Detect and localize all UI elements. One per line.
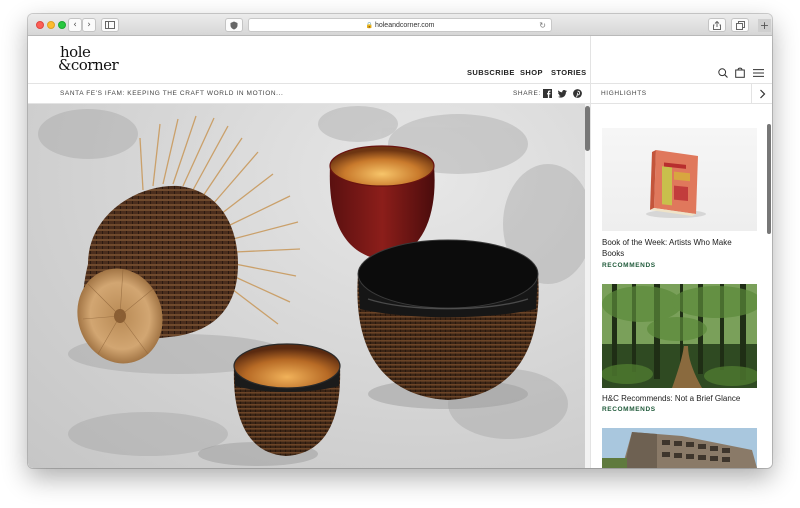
nav-stories[interactable]: STORIES <box>551 68 587 77</box>
site-logo[interactable]: hole &corner <box>58 45 140 74</box>
article-subbar: SANTA FE'S IFAM: KEEPING THE CRAFT WORLD… <box>28 84 590 104</box>
main-scrollbar[interactable] <box>585 104 590 468</box>
lock-icon: 🔒 <box>365 23 373 29</box>
building-artwork <box>602 428 757 468</box>
card-book-tag[interactable]: RECOMMENDS <box>602 262 656 269</box>
forward-button[interactable]: › <box>82 18 96 32</box>
reload-icon[interactable]: ↻ <box>539 19 546 32</box>
new-tab-button[interactable]: + <box>758 19 771 32</box>
card-book-title-line-1[interactable]: Book of the Week: Artists Who Make <box>602 237 752 248</box>
address-bar[interactable]: 🔒 holeandcorner.com ↻ <box>248 18 552 32</box>
highlights-separator <box>751 84 752 104</box>
privacy-shield-button[interactable] <box>225 18 243 32</box>
zoom-window-button[interactable] <box>58 21 66 29</box>
main-scrollbar-thumb[interactable] <box>585 106 590 151</box>
shield-icon <box>230 21 238 30</box>
nav-subscribe[interactable]: SUBSCRIBE <box>467 68 515 77</box>
share-button[interactable] <box>708 18 726 32</box>
sidebar-toggle-button[interactable] <box>101 18 119 32</box>
card-book-image[interactable] <box>602 128 757 231</box>
back-button[interactable]: ‹ <box>68 18 82 32</box>
highlights-bar: HIGHLIGHTS <box>591 84 772 104</box>
url-text: holeandcorner.com <box>374 22 435 29</box>
card-forest-title[interactable]: H&C Recommends: Not a Brief Glance <box>602 393 752 404</box>
menu-icon[interactable] <box>753 69 764 77</box>
chevron-right-icon: › <box>87 20 91 30</box>
bag-icon[interactable] <box>735 67 745 78</box>
sidebar-scrollbar-thumb[interactable] <box>767 124 771 234</box>
hero-artwork <box>38 106 588 466</box>
share-icon <box>713 20 721 30</box>
tabs-overview-button[interactable] <box>731 18 749 32</box>
chevron-right-icon[interactable] <box>759 89 766 99</box>
sidebar-scrollbar[interactable] <box>766 104 772 468</box>
hero-image[interactable] <box>28 104 588 468</box>
forest-artwork <box>601 284 762 388</box>
share-label: SHARE: <box>513 90 541 97</box>
browser-window: ‹ › 🔒 holeandcorner.com ↻ + hole &corner … <box>28 14 772 468</box>
tabs-icon <box>735 21 745 30</box>
highlights-title: HIGHLIGHTS <box>601 90 647 97</box>
webpage: hole &corner SUBSCRIBE SHOP STORIES SANT… <box>28 36 772 468</box>
sidebar-icon <box>105 21 115 29</box>
chevron-left-icon: ‹ <box>73 20 77 30</box>
small-bowl <box>233 343 341 456</box>
facebook-icon[interactable] <box>543 89 552 98</box>
minimize-window-button[interactable] <box>47 21 55 29</box>
twitter-icon[interactable] <box>558 89 567 98</box>
card-building-image[interactable] <box>602 428 757 468</box>
pinterest-icon[interactable] <box>573 89 582 98</box>
search-icon[interactable] <box>718 68 728 78</box>
logo-line-2: &corner <box>58 56 119 74</box>
card-forest-image[interactable] <box>601 284 762 388</box>
close-window-button[interactable] <box>36 21 44 29</box>
browser-titlebar: ‹ › 🔒 holeandcorner.com ↻ + <box>28 14 772 36</box>
card-forest-tag[interactable]: RECOMMENDS <box>602 406 656 413</box>
book-artwork <box>646 150 706 218</box>
article-headline[interactable]: SANTA FE'S IFAM: KEEPING THE CRAFT WORLD… <box>60 90 283 97</box>
nav-shop[interactable]: SHOP <box>520 68 543 77</box>
card-book-title-line-2[interactable]: Books <box>602 248 752 259</box>
